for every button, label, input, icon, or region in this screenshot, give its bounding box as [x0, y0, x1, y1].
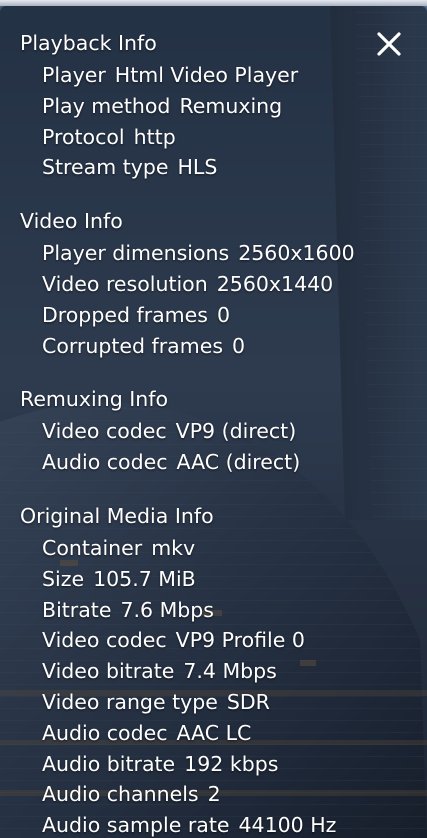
- playback-info-section: Playback Info Player Html Video Player Pl…: [20, 27, 370, 183]
- stat-value: VP9 (direct): [175, 419, 297, 444]
- section-title: Original Media Info: [20, 503, 214, 528]
- stat-label: Video resolution: [42, 271, 208, 296]
- stat-row: Size 105.7 MiB: [42, 564, 370, 595]
- stat-label: Audio codec: [42, 720, 168, 745]
- section-title: Video Info: [20, 209, 123, 234]
- stat-row: Player dimensions 2560x1600: [42, 238, 370, 269]
- stat-row: Protocol http: [42, 122, 370, 153]
- stat-label: Bitrate: [42, 597, 112, 622]
- stat-row: Audio channels 2: [42, 779, 370, 810]
- close-x-icon: [377, 32, 401, 56]
- stat-value: 7.4 Mbps: [183, 659, 277, 684]
- stat-label: Player dimensions: [42, 241, 230, 266]
- stat-row: Play method Remuxing: [42, 91, 370, 122]
- stat-row: Dropped frames 0: [42, 300, 370, 331]
- stat-row: Video range type SDR: [42, 687, 370, 718]
- stat-label: Video bitrate: [42, 659, 175, 684]
- stat-row: Audio sample rate 44100 Hz: [42, 810, 370, 838]
- stat-value: 7.6 Mbps: [120, 597, 214, 622]
- stat-row: Video codec VP9 (direct): [42, 416, 370, 447]
- stat-value: 0: [216, 302, 230, 327]
- stat-value: 2560x1440: [216, 271, 334, 296]
- stat-label: Size: [42, 566, 85, 591]
- stat-value: Html Video Player: [114, 63, 299, 87]
- stat-value: 2: [207, 782, 221, 807]
- playback-stats-list: Playback Info Player Html Video Player Pl…: [20, 27, 370, 838]
- stat-label: Stream type: [42, 155, 169, 180]
- stat-label: Corrupted frames: [42, 333, 224, 358]
- original-media-info-section: Original Media Info Container mkv Size 105…: [20, 500, 370, 838]
- stat-label: Audio sample rate: [42, 813, 230, 838]
- stat-label: Video range type: [42, 689, 218, 714]
- stat-row: Audio bitrate 192 kbps: [42, 749, 370, 780]
- video-info-section: Video Info Player dimensions 2560x1600 Vi…: [20, 205, 370, 361]
- stat-value: SDR: [226, 689, 270, 714]
- stat-row: Video bitrate 7.4 Mbps: [42, 656, 370, 687]
- stat-value: 44100 Hz: [238, 813, 337, 838]
- stat-value: mkv: [151, 535, 196, 560]
- stat-row: Video codec VP9 Profile 0: [42, 625, 370, 656]
- stat-row: Audio codec AAC (direct): [42, 447, 370, 478]
- stat-label: Audio channels: [42, 782, 199, 807]
- close-button[interactable]: [372, 27, 406, 61]
- stat-value: http: [133, 124, 176, 149]
- stat-row: Audio codec AAC LC: [42, 718, 370, 749]
- section-title: Remuxing Info: [20, 387, 169, 412]
- stat-value: 2560x1600: [238, 241, 355, 266]
- stat-row: Stream type HLS: [42, 152, 370, 183]
- stat-row: Bitrate 7.6 Mbps: [42, 595, 370, 626]
- stat-value: 192 kbps: [184, 751, 279, 776]
- stat-label: Protocol: [42, 124, 125, 149]
- stat-label: Video codec: [42, 419, 167, 444]
- stat-label: Video codec: [42, 628, 167, 653]
- section-title: Playback Info: [20, 31, 157, 55]
- stat-label: Player: [42, 63, 106, 87]
- stat-value: Remuxing: [179, 93, 283, 118]
- stat-value: VP9 Profile 0: [175, 628, 305, 653]
- stat-label: Audio codec: [42, 450, 168, 475]
- video-player-screen: Playback Info Player Html Video Player Pl…: [0, 0, 427, 838]
- stat-value: 0: [232, 333, 246, 358]
- stat-label: Play method: [42, 93, 171, 118]
- stat-label: Audio bitrate: [42, 751, 176, 776]
- stat-row: Video resolution 2560x1440: [42, 269, 370, 300]
- stat-row: Corrupted frames 0: [42, 331, 370, 362]
- stat-row: Container mkv: [42, 533, 370, 564]
- stat-label: Container: [42, 535, 143, 560]
- stat-row: Player Html Video Player: [42, 60, 370, 91]
- remuxing-info-section: Remuxing Info Video codec VP9 (direct) Au…: [20, 383, 370, 478]
- stat-value: AAC (direct): [176, 450, 301, 475]
- stat-label: Dropped frames: [42, 302, 208, 327]
- stat-value: 105.7 MiB: [93, 566, 196, 591]
- stat-value: HLS: [177, 155, 218, 180]
- stat-value: AAC LC: [176, 720, 252, 745]
